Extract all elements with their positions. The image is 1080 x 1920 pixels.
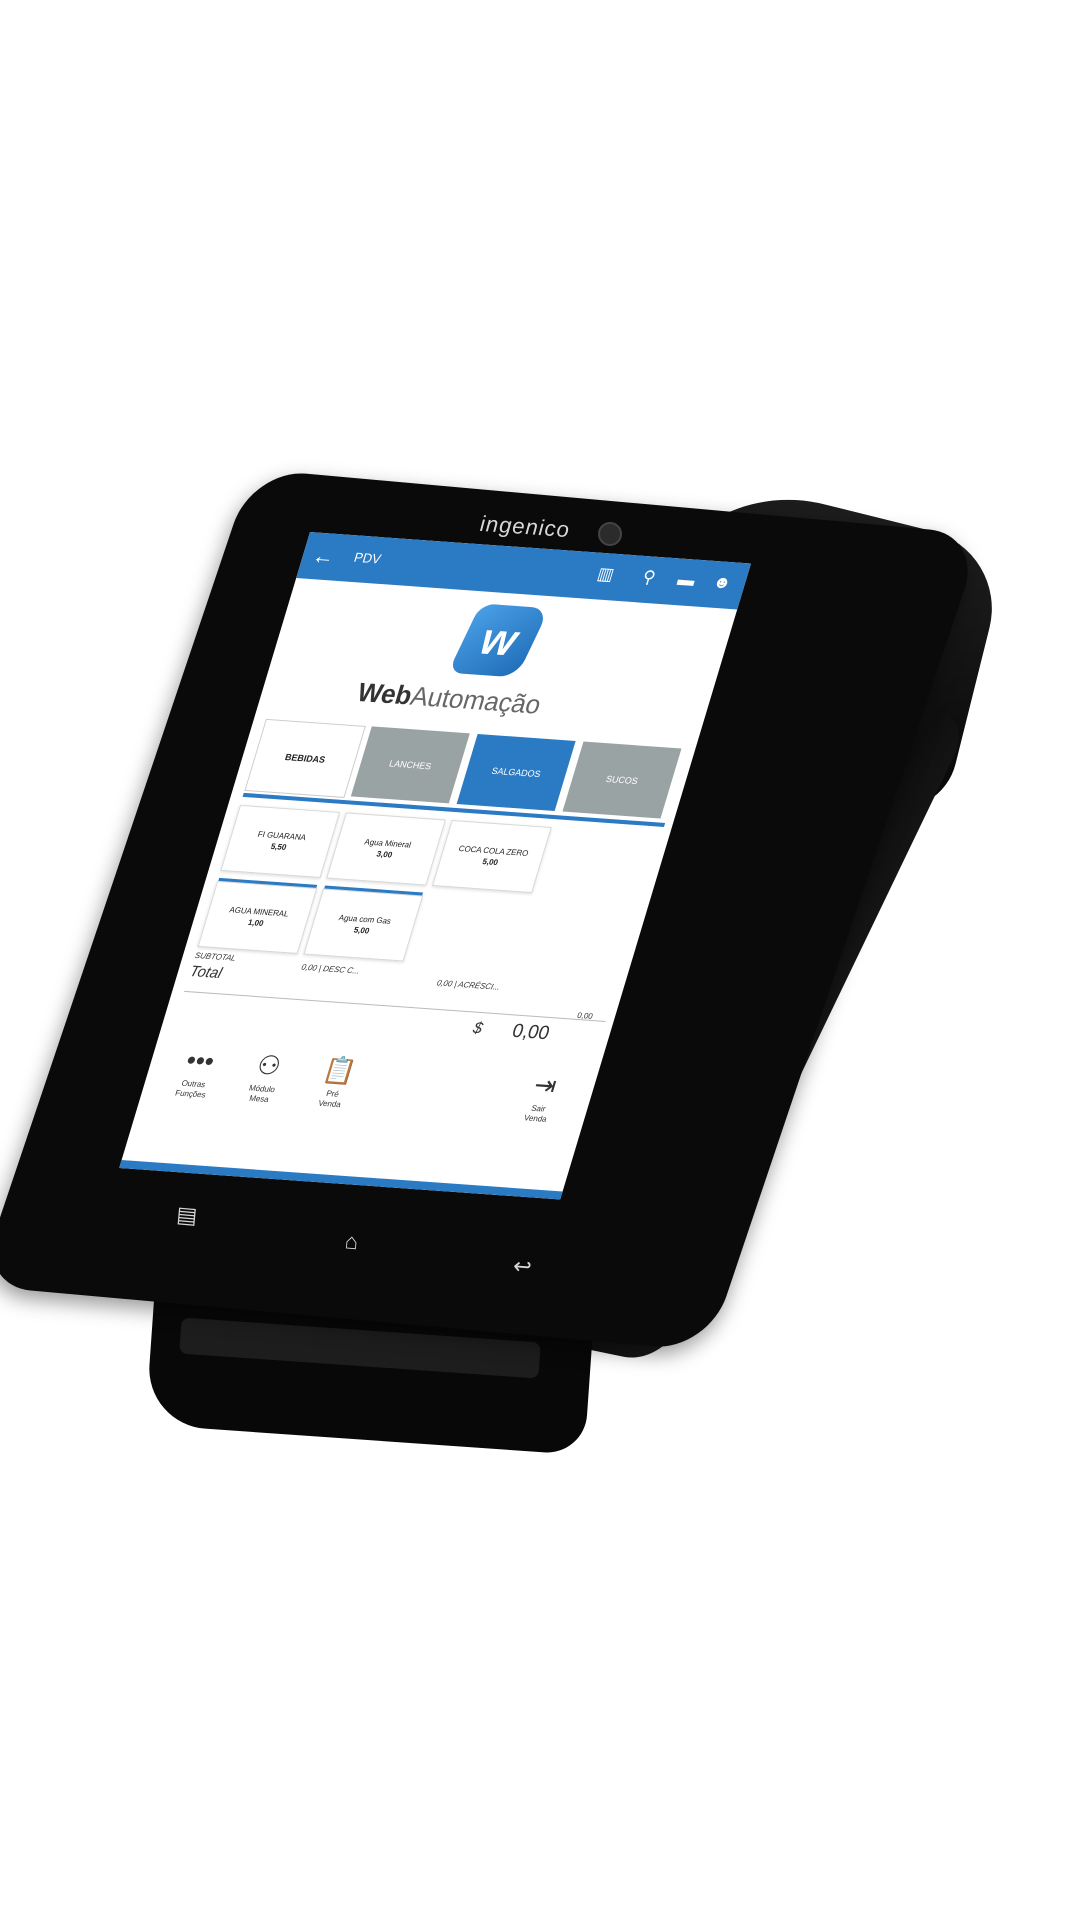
exit-sale-button[interactable]: ⇥ Sair Venda: [499, 1064, 585, 1127]
back-nav-icon[interactable]: ↩: [512, 1253, 533, 1281]
printer-icon[interactable]: ▬: [675, 570, 697, 591]
total-label: Total: [187, 962, 225, 983]
discount-value: 0,00 | DESC C...: [300, 962, 361, 976]
barcode-icon[interactable]: ▥: [595, 564, 616, 585]
arrow-left-icon[interactable]: ←: [309, 543, 338, 571]
page-title: PDV: [352, 549, 383, 567]
camera: [598, 522, 622, 546]
clipboard-icon: 📋: [319, 1054, 361, 1087]
tab-bebidas[interactable]: BEBIDAS: [244, 718, 366, 798]
search-icon[interactable]: ⚲: [640, 567, 658, 588]
home-icon[interactable]: ⌂: [344, 1228, 359, 1255]
product-card[interactable]: FI GUARANA 5,50: [220, 804, 341, 878]
exit-door-icon: ⇥: [530, 1069, 561, 1101]
menu-icon[interactable]: ▤: [175, 1202, 198, 1230]
category-tabs: BEBIDAS LANCHES SALGADOS SUCOS: [242, 718, 688, 827]
subtotal-label: SUBTOTAL: [193, 950, 238, 963]
tab-lanches[interactable]: LANCHES: [350, 726, 470, 804]
table-people-icon: ⚇: [253, 1049, 286, 1082]
pre-sale-button[interactable]: 📋 Pré Venda: [294, 1049, 380, 1112]
surcharge-value: 0,00 | ACRÉSCI...: [435, 978, 502, 992]
product-card[interactable]: Agua Mineral 3,00: [326, 812, 446, 886]
tab-sucos[interactable]: SUCOS: [562, 741, 682, 819]
user-icon[interactable]: ☻: [710, 572, 734, 593]
tab-salgados[interactable]: SALGADOS: [456, 733, 576, 811]
totals-divider: [184, 990, 606, 1022]
total-amount: 0,00: [509, 1020, 553, 1045]
product-card[interactable]: AGUA MINERAL 1,00: [197, 877, 318, 954]
logo-wordmark: WebAutomação: [353, 676, 545, 720]
more-dots-icon: •••: [182, 1044, 219, 1077]
product-card[interactable]: Agua com Gas 5,00: [303, 885, 424, 962]
brand-logo-area: w WebAutomação: [351, 597, 642, 735]
currency-symbol: $: [470, 1019, 485, 1038]
product-card[interactable]: COCA COLA ZERO 5,00: [432, 819, 552, 894]
